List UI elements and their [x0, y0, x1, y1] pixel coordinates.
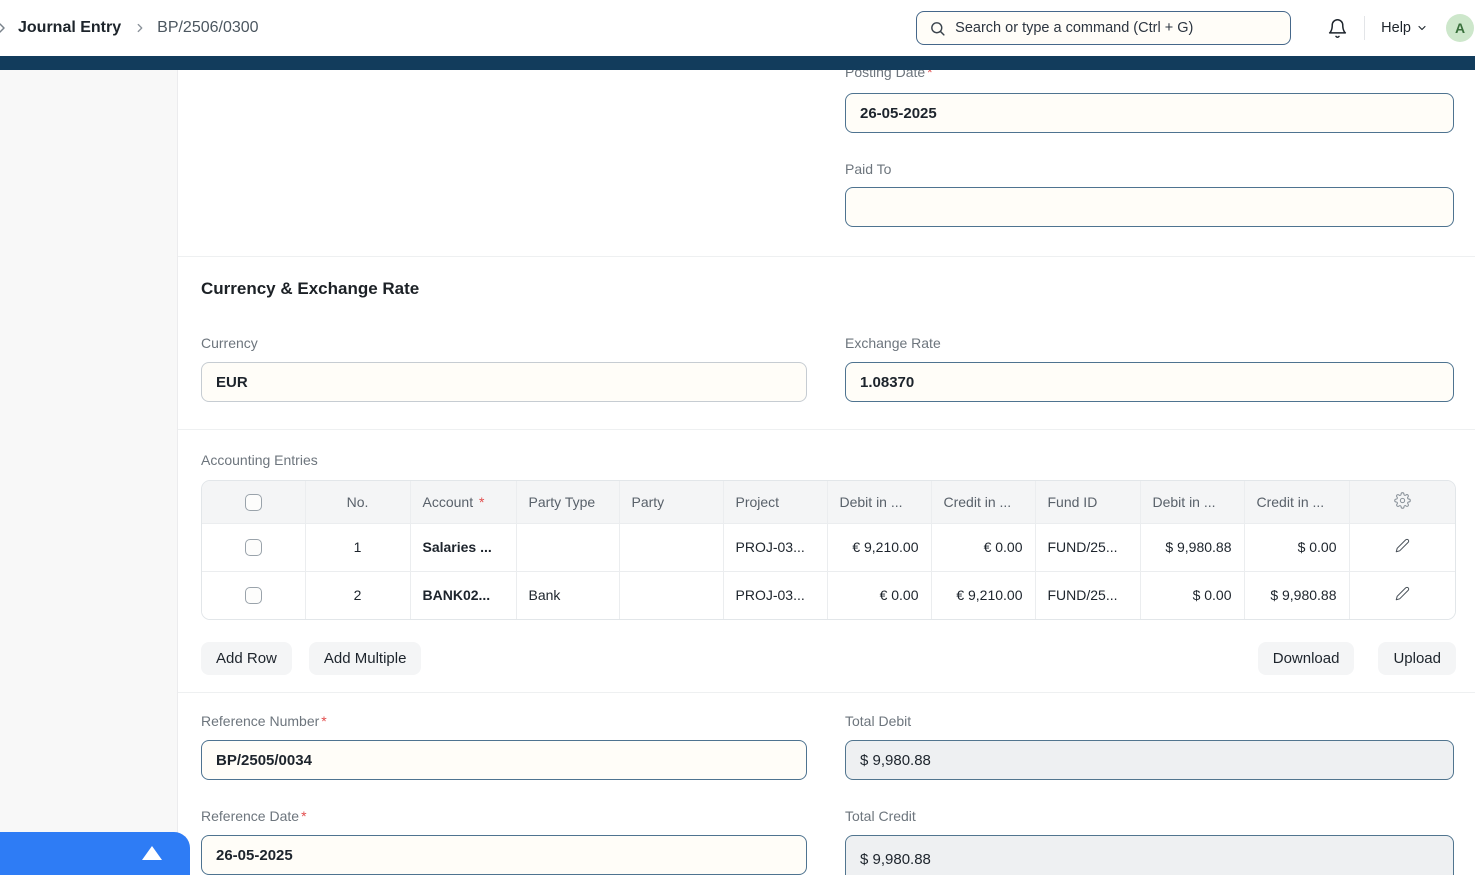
required-asterisk: *: [301, 808, 307, 824]
reference-date-input[interactable]: [201, 835, 807, 875]
col-header-fund-id: Fund ID: [1035, 481, 1141, 524]
cell-project[interactable]: PROJ-03...: [723, 523, 828, 572]
cell-account[interactable]: BANK02...: [410, 571, 517, 619]
col-header-account: Account *: [410, 481, 517, 524]
accounting-entries-label: Accounting Entries: [201, 452, 318, 468]
cell-no: 1: [305, 523, 411, 572]
row-checkbox[interactable]: [244, 587, 262, 605]
cell-account[interactable]: Salaries ...: [410, 523, 517, 572]
reference-date-label: Reference Date *: [201, 808, 307, 824]
accounting-entries-table: No. Account * Party Type Party Project D…: [201, 480, 1456, 620]
cell-credit-fc[interactable]: € 9,210.00: [931, 571, 1036, 619]
search-icon: [929, 20, 946, 37]
reference-number-label: Reference Number *: [201, 713, 327, 729]
global-search[interactable]: [916, 11, 1292, 45]
posting-date-input[interactable]: [845, 93, 1454, 133]
required-asterisk: *: [321, 713, 327, 729]
chevron-down-icon: [1411, 22, 1428, 34]
select-all-checkbox[interactable]: [244, 493, 262, 511]
left-sidebar: [0, 70, 178, 875]
top-navbar: Journal Entry BP/2506/0300 Help A: [0, 0, 1475, 56]
cell-party-type[interactable]: [516, 523, 620, 572]
cell-debit-fc[interactable]: € 0.00: [827, 571, 932, 619]
cell-debit-fc[interactable]: € 9,210.00: [827, 523, 932, 572]
paid-to-input[interactable]: [845, 187, 1454, 227]
page-head-bar: [0, 56, 1475, 70]
cell-credit[interactable]: $ 0.00: [1244, 523, 1350, 572]
total-debit-value: [845, 740, 1454, 780]
search-input[interactable]: [955, 20, 1279, 36]
expand-widget-button[interactable]: [0, 832, 190, 875]
grid-header-row: No. Account * Party Type Party Project D…: [202, 481, 1455, 524]
col-header-debit-fc: Debit in ...: [827, 481, 932, 524]
cell-project[interactable]: PROJ-03...: [723, 571, 828, 619]
currency-input[interactable]: [201, 362, 807, 402]
breadcrumb-parent-link[interactable]: Journal Entry: [18, 19, 121, 37]
posting-date-label: Posting Date *: [845, 70, 1454, 81]
breadcrumb-current: BP/2506/0300: [157, 19, 259, 36]
col-header-project: Project: [723, 481, 828, 524]
col-header-no: No.: [305, 481, 411, 524]
total-credit-value: [845, 835, 1454, 875]
pencil-icon: [1395, 587, 1409, 601]
form-main: Posting Date* Paid To Currency & Exchang…: [178, 70, 1475, 875]
col-header-party-type: Party Type: [516, 481, 620, 524]
total-credit-label: Total Credit: [845, 808, 916, 824]
currency-label: Currency: [201, 335, 258, 351]
notifications-button[interactable]: [1327, 18, 1348, 39]
exchange-rate-input[interactable]: [845, 362, 1454, 402]
avatar-letter: A: [1454, 20, 1466, 36]
cell-debit[interactable]: $ 0.00: [1140, 571, 1245, 619]
cell-credit-fc[interactable]: € 0.00: [931, 523, 1036, 572]
pencil-icon: [1395, 538, 1409, 553]
avatar[interactable]: A: [1446, 14, 1474, 42]
bell-icon: [1327, 18, 1348, 39]
paid-to-label: Paid To: [845, 161, 892, 177]
edit-row-button[interactable]: [1395, 538, 1410, 553]
chevron-right-icon: [0, 20, 10, 36]
required-asterisk: *: [927, 70, 933, 80]
cell-debit[interactable]: $ 9,980.88: [1140, 523, 1245, 572]
help-label: Help: [1381, 20, 1411, 36]
cell-fund-id[interactable]: FUND/25...: [1035, 523, 1141, 572]
download-button[interactable]: Download: [1257, 642, 1355, 675]
col-header-party: Party: [619, 481, 724, 524]
help-menu[interactable]: Help: [1381, 20, 1428, 36]
col-header-credit: Credit in ...: [1244, 481, 1350, 524]
cell-credit[interactable]: $ 9,980.88: [1244, 571, 1350, 619]
table-row[interactable]: 2 BANK02... Bank PROJ-03... € 0.00 € 9,2…: [202, 571, 1455, 619]
total-debit-label: Total Debit: [845, 713, 912, 729]
cell-no: 2: [305, 571, 411, 619]
cell-fund-id[interactable]: FUND/25...: [1035, 571, 1141, 619]
exchange-rate-label: Exchange Rate: [845, 335, 941, 351]
add-multiple-button[interactable]: Add Multiple: [308, 642, 422, 675]
chevron-right-icon: [133, 21, 147, 35]
breadcrumb: Journal Entry BP/2506/0300: [0, 19, 259, 37]
cell-party[interactable]: [619, 571, 724, 619]
navbar-divider: [1364, 16, 1366, 40]
edit-row-button[interactable]: [1395, 586, 1410, 601]
cell-party-type[interactable]: Bank: [516, 571, 620, 619]
cell-party[interactable]: [619, 523, 724, 572]
gear-icon: [1393, 491, 1411, 509]
reference-number-input[interactable]: [201, 740, 807, 780]
grid-settings-button[interactable]: [1393, 491, 1411, 509]
row-checkbox[interactable]: [244, 538, 262, 556]
upload-button[interactable]: Upload: [1378, 642, 1456, 675]
section-title-currency: Currency & Exchange Rate: [201, 279, 420, 298]
required-asterisk: *: [478, 493, 485, 510]
triangle-up-icon: [142, 846, 162, 860]
col-header-debit: Debit in ...: [1140, 481, 1245, 524]
table-row[interactable]: 1 Salaries ... PROJ-03... € 9,210.00 € 0…: [202, 523, 1455, 572]
add-row-button[interactable]: Add Row: [201, 642, 292, 675]
col-header-credit-fc: Credit in ...: [931, 481, 1036, 524]
